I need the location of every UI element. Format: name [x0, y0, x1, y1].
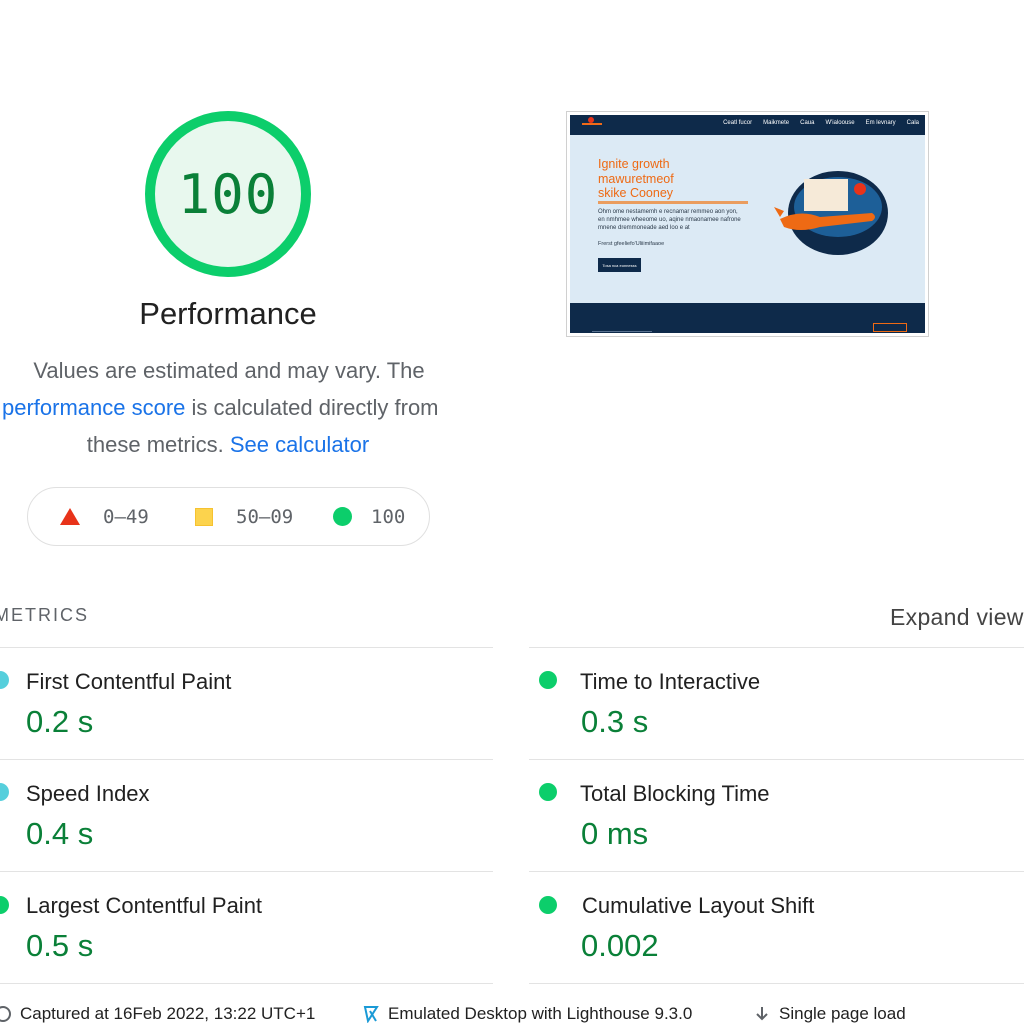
performance-score-link[interactable]: performance score	[2, 395, 185, 420]
metric-total-blocking-time: Total Blocking Time 0 ms	[529, 760, 1024, 870]
thumbnail-footer	[570, 303, 925, 333]
thumbnail-small-text: Frerst gfeeliefo'Uliiimifaaoe	[598, 241, 665, 247]
runtime-settings: Captured at 16Feb 2022, 13:22 UTC+1 Emul…	[0, 1004, 1024, 1024]
metric-cumulative-layout-shift: Cumulative Layout Shift 0.002	[529, 872, 1024, 982]
thumbnail-headline: Ignite growth mawuretmeof skike Cooney	[598, 157, 748, 201]
metric-title: Total Blocking Time	[580, 781, 770, 806]
score-scale-legend: 0–49 50–09 100	[27, 487, 430, 546]
thumbnail-headline-line: mawuretmeof	[598, 171, 674, 186]
circle-pass-icon	[333, 507, 352, 526]
metrics-header: METRICS	[0, 605, 89, 625]
captured-text: Captured at 16Feb 2022, 13:22 UTC+1	[20, 1004, 316, 1023]
metric-value: 0.2 s	[26, 704, 94, 739]
final-screenshot-thumbnail[interactable]: Ceatl fucor Maikmete Caua W'ialoouse Em …	[566, 111, 929, 337]
metric-value: 0.4 s	[26, 816, 94, 851]
metric-pass-icon	[0, 671, 9, 689]
metric-value: 0.3 s	[581, 704, 649, 739]
metric-title: Time to Interactive	[580, 669, 761, 694]
runtime-load: Single page load	[753, 1004, 906, 1024]
metric-title: First Contentful Paint	[26, 669, 232, 694]
gauge-score: 100	[177, 162, 279, 226]
metric-title: Largest Contentful Paint	[26, 893, 263, 918]
description-line: performance score is calculated directly…	[0, 389, 456, 426]
thumbnail-nav-link: Caua	[800, 120, 815, 126]
emulated-text: Emulated Desktop with Lighthouse 9.3.0	[388, 1004, 693, 1023]
metric-pass-icon	[539, 671, 557, 689]
runtime-emulated: Emulated Desktop with Lighthouse 9.3.0	[362, 1004, 692, 1024]
metric-pass-icon	[539, 783, 557, 801]
thumbnail-navbar: Ceatl fucor Maikmete Caua W'ialoouse Em …	[570, 115, 925, 135]
thumbnail-headline-line: skike Cooney	[598, 186, 674, 200]
thumbnail-illustration	[774, 171, 888, 255]
gauge-title: Performance	[139, 296, 317, 331]
thumbnail-subline	[598, 201, 748, 204]
performance-gauge: 100	[143, 109, 313, 279]
scale-pass-label: 100	[371, 505, 406, 528]
metric-largest-contentful-paint: Largest Contentful Paint 0.5 s	[0, 872, 493, 982]
metric-pass-icon	[0, 896, 9, 914]
square-average-icon	[195, 507, 213, 526]
metrics-divider	[529, 983, 1024, 984]
thumbnail-page: Ceatl fucor Maikmete Caua W'ialoouse Em …	[570, 115, 925, 333]
metrics-divider	[0, 983, 493, 984]
metric-value: 0 ms	[581, 816, 649, 851]
description-text: is calculated directly from	[185, 395, 439, 420]
thumbnail-nav-link: Maikmete	[763, 120, 790, 126]
triangle-fail-icon	[60, 508, 80, 525]
thumbnail-nav-link: Ceatl fucor	[723, 120, 753, 126]
description-line: Values are estimated and may vary. The	[33, 358, 425, 383]
gauge-description: Values are estimated and may vary. The p…	[0, 352, 456, 463]
scale-fail: 0–49	[60, 488, 149, 545]
metric-speed-index: Speed Index 0.4 s	[0, 760, 493, 870]
load-text: Single page load	[779, 1004, 906, 1023]
metric-pass-icon	[539, 896, 557, 914]
thumbnail-nav-link: Cala	[906, 120, 919, 126]
thumbnail-nav-links: Ceatl fucor Maikmete Caua W'ialoouse Em …	[723, 120, 919, 126]
clock-icon	[0, 1006, 11, 1022]
scale-average-label: 50–09	[236, 505, 294, 528]
metric-title: Speed Index	[26, 781, 150, 806]
see-calculator-link[interactable]: See calculator	[230, 432, 369, 457]
metric-title: Cumulative Layout Shift	[582, 893, 815, 918]
scale-pass: 100	[333, 488, 405, 545]
thumbnail-nav-link: Em levnary	[865, 120, 896, 126]
scale-fail-label: 0–49	[103, 505, 149, 528]
runtime-captured: Captured at 16Feb 2022, 13:22 UTC+1	[0, 1004, 315, 1024]
metric-time-to-interactive: Time to Interactive 0.3 s	[529, 648, 1024, 758]
thumbnail-headline-line: Ignite growth	[598, 157, 670, 171]
thumbnail-nav-link: W'ialoouse	[825, 120, 855, 126]
metric-value: 0.002	[581, 928, 659, 963]
thumbnail-logo-icon	[582, 117, 602, 125]
metric-pass-icon	[0, 783, 9, 801]
download-icon	[756, 1007, 768, 1021]
expand-view-toggle[interactable]: Expand view	[890, 604, 1024, 631]
thumbnail-footer-button	[873, 323, 907, 332]
metric-value: 0.5 s	[26, 928, 94, 963]
description-line: these metrics. See calculator	[0, 426, 456, 463]
scale-average: 50–09	[195, 488, 293, 545]
lighthouse-icon	[363, 1006, 379, 1023]
metric-first-contentful-paint: First Contentful Paint 0.2 s	[0, 648, 493, 758]
description-text: these metrics.	[86, 432, 230, 457]
thumbnail-body-text: Ohm ome nestamemh e recnamar remmeo aon …	[598, 209, 741, 231]
thumbnail-cta-button: Tosa nca eonnesss	[598, 258, 641, 272]
thumbnail-footer-text	[592, 331, 652, 332]
